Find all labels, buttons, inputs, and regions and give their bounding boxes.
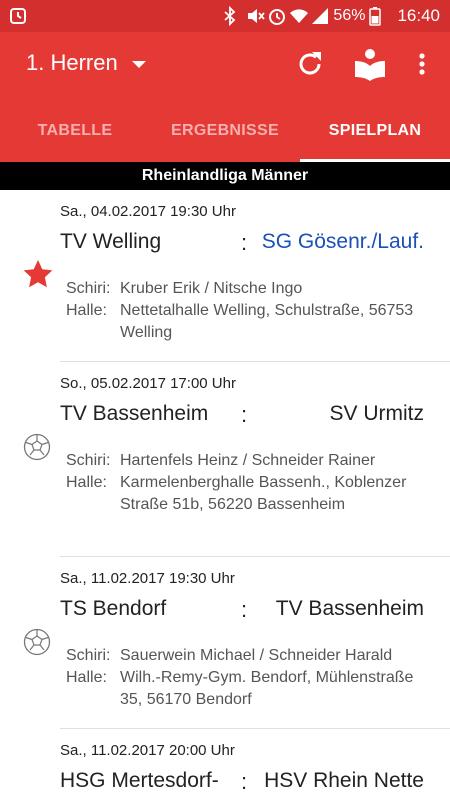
match-details: Schiri: Sauerwein Michael / Schneider Ha… [60,645,450,721]
referee-row: Schiri: Sauerwein Michael / Schneider Ha… [60,645,450,667]
toolbar: 1. Herren [0,32,450,100]
match-teams: TS Bendorf : TV Bassenheim [60,595,450,645]
team-selector[interactable]: 1. Herren [26,50,146,76]
dropdown-arrow-icon [131,60,146,68]
match-item[interactable]: Sa., 11.02.2017 19:30 Uhr TS Bendorf : T… [23,557,450,729]
bluetooth-icon [223,5,241,27]
hall-row: Halle: Nettetalhalle Welling, Schulstraß… [60,300,450,344]
battery-percent: 56% [333,7,366,24]
score-separator: : [241,597,248,622]
tab-spielplan-label: SPIELPLAN [328,122,422,139]
hall-label: Halle: [66,669,107,686]
match-item[interactable]: Sa., 04.02.2017 19:30 Uhr TV Welling : S… [23,190,450,362]
match-date: So., 05.02.2017 17:00 Uhr [60,375,236,392]
more-vert-icon [418,52,426,81]
tab-tabelle[interactable]: TABELLE [0,100,150,162]
referee-label: Schiri: [66,647,111,664]
mute-icon [245,6,266,26]
referee-row: Schiri: Hartenfels Heinz / Schneider Rai… [60,450,450,472]
alarm-clock-icon [267,6,286,26]
referee-names: Sauerwein Michael / Schneider Harald [120,647,393,664]
hall-row: Halle: Wilh.-Remy-Gym. Bendorf, Mühlenst… [60,667,450,711]
home-team: TV Welling [60,230,162,253]
clock: 16:40 [397,6,440,25]
match-details: Schiri: Kruber Erik / Nitsche Ingo Halle… [60,278,450,354]
star-icon [22,258,53,288]
referee-label: Schiri: [66,280,111,297]
score-separator: : [241,402,248,427]
handball-icon [22,627,52,657]
rules-book-button[interactable] [350,46,390,86]
referee-names: Kruber Erik / Nitsche Ingo [120,280,303,297]
rules-book-icon [353,47,387,86]
refresh-icon [295,49,325,84]
hall-address: Karmelenberghalle Bassenh., Koblenzer St… [120,474,407,513]
match-date: Sa., 11.02.2017 20:00 Uhr [60,742,235,759]
more-options-button[interactable] [404,46,440,86]
referee-names: Hartenfels Heinz / Schneider Rainer [120,452,376,469]
alarm-icon [8,6,28,31]
referee-label: Schiri: [66,452,111,469]
home-team: HSG Mertesdorf- [60,769,219,792]
refresh-button[interactable] [290,46,330,86]
league-header: Rheinlandliga Männer [0,162,450,190]
team-selector-label: 1. Herren [26,50,118,75]
hall-label: Halle: [66,302,107,319]
score-separator: : [241,230,248,255]
away-team[interactable]: SG Gösenr./Lauf. [262,230,424,254]
home-team: TV Bassenheim [60,402,209,425]
away-team: HSV Rhein Nette [264,769,424,792]
match-teams: HSG Mertesdorf- : HSV Rhein Nette [60,767,450,800]
wifi-icon [289,6,309,26]
match-list[interactable]: Sa., 04.02.2017 19:30 Uhr TV Welling : S… [0,190,450,800]
tab-bar: TABELLE ERGEBNISSE SPIELPLAN [0,100,450,162]
hall-address: Nettetalhalle Welling, Schulstraße, 5675… [120,302,414,341]
tab-spielplan[interactable]: SPIELPLAN [300,100,450,162]
app-bar: 1. Herren TABELLE ERGEBNISSE SPIELPLAN [0,32,450,162]
match-date: Sa., 11.02.2017 19:30 Uhr [60,570,235,587]
hall-address: Wilh.-Remy-Gym. Bendorf, Mühlenstraße 35… [120,669,414,708]
score-separator: : [241,769,248,794]
tab-ergebnisse-label: ERGEBNISSE [171,122,279,139]
match-item[interactable]: So., 05.02.2017 17:00 Uhr TV Bassenheim … [23,362,450,557]
battery-icon [369,6,387,26]
signal-icon [311,6,329,26]
match-item[interactable]: Sa., 11.02.2017 20:00 Uhr HSG Mertesdorf… [60,729,450,800]
match-teams: TV Bassenheim : SV Urmitz [60,400,450,450]
status-bar: 56% 16:40 [0,0,450,32]
away-team: TV Bassenheim [275,597,424,620]
referee-row: Schiri: Kruber Erik / Nitsche Ingo [60,278,450,300]
away-team: SV Urmitz [329,402,425,425]
match-date: Sa., 04.02.2017 19:30 Uhr [60,203,236,220]
tab-tabelle-label: TABELLE [37,122,113,139]
hall-label: Halle: [66,474,107,491]
handball-icon [22,432,52,462]
home-team: TS Bendorf [60,597,167,620]
match-teams: TV Welling : SG Gösenr./Lauf. [60,228,450,278]
hall-row: Halle: Karmelenberghalle Bassenh., Koble… [60,472,450,516]
tab-ergebnisse[interactable]: ERGEBNISSE [150,100,300,162]
match-details: Schiri: Hartenfels Heinz / Schneider Rai… [60,450,450,526]
